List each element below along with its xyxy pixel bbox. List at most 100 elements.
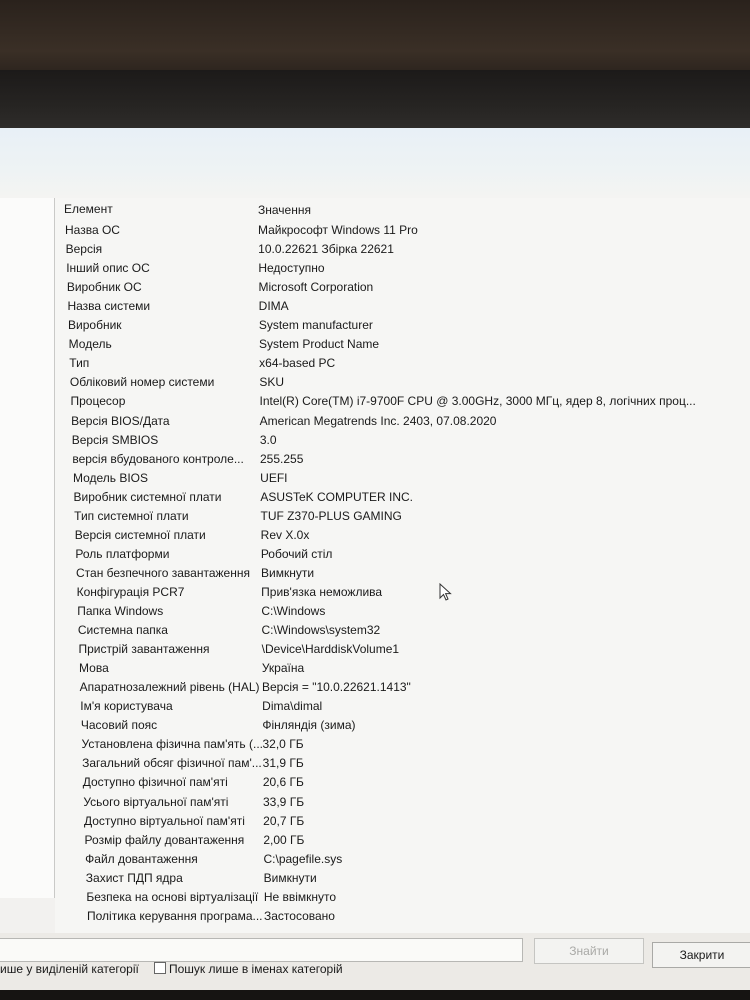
item-name: Стан безпечного завантаження — [76, 565, 250, 580]
item-value: \Device\HarddiskVolume1 — [261, 642, 400, 657]
category-names-checkbox[interactable] — [154, 962, 166, 974]
list-item[interactable]: Тип x64-based PC — [55, 356, 750, 374]
search-input[interactable] — [0, 938, 523, 962]
mouse-pointer-icon — [439, 583, 452, 601]
list-item[interactable]: Роль платформи Робочий стіл — [55, 547, 750, 565]
list-item[interactable]: Доступно фізичної пам'яті 20,6 ГБ — [55, 775, 750, 793]
list-item[interactable]: Системна папка C:\Windows\system32 — [55, 623, 750, 641]
list-item[interactable]: Доступно віртуальної пам'яті 20,7 ГБ — [55, 814, 750, 832]
item-value: 255.255 — [260, 451, 304, 466]
item-name: Мова — [79, 661, 109, 676]
list-item[interactable]: Версія 10.0.22621 Збірка 22621 — [55, 242, 750, 260]
column-header-element[interactable]: Елемент — [64, 202, 113, 216]
item-value: UEFI — [260, 470, 288, 485]
item-name: Пристрій завантаження — [78, 642, 210, 657]
list-item[interactable]: Розмір файлу довантаження 2,00 ГБ — [55, 833, 750, 851]
item-value: C:\Windows\system32 — [261, 623, 381, 638]
item-value: 2,00 ГБ — [263, 832, 305, 847]
item-value: Фінляндія (зима) — [262, 718, 356, 733]
item-name: Модель — [68, 337, 112, 352]
item-name: Тип системної плати — [74, 508, 189, 523]
item-name: Часовий пояс — [80, 718, 158, 733]
item-name: Апаратнозалежний рівень (HAL) — [79, 680, 260, 695]
item-value: Україна — [261, 661, 305, 676]
item-name: Виробник ОС — [66, 280, 142, 295]
item-value: Майкрософт Windows 11 Pro — [258, 223, 418, 237]
search-category-names-label: Пошук лише в іменах категорій — [169, 962, 343, 976]
list-item[interactable]: Ім'я користувача Dima\dimal — [55, 699, 750, 717]
find-button[interactable]: Знайти — [534, 938, 644, 964]
list-item[interactable]: Версія системної плати Rev X.0x — [55, 528, 750, 546]
item-value: Dima\dimal — [262, 699, 323, 714]
item-value: Недоступно — [258, 261, 325, 276]
item-name: Обліковий номер системи — [69, 375, 215, 390]
list-item[interactable]: Інший опис ОС Недоступно — [55, 261, 750, 279]
list-item[interactable]: Версія BIOS/Дата American Megatrends Inc.… — [55, 414, 750, 432]
monitor-bezel — [0, 70, 750, 128]
list-item[interactable]: Захист ПДП ядра Вимкнути — [55, 871, 750, 889]
item-name: Роль платформи — [75, 546, 170, 561]
item-value: Вимкнути — [263, 870, 317, 885]
item-name: Безпека на основі віртуалізації — [86, 889, 259, 904]
list-item[interactable]: Процесор Intel(R) Core(TM) i7-9700F CPU @… — [55, 394, 750, 412]
item-name: Усього віртуальної пам'яті — [83, 794, 229, 809]
item-name: Виробник системної плати — [73, 489, 222, 504]
item-value: American Megatrends Inc. 2403, 07.08.202… — [259, 413, 497, 428]
list-item[interactable]: Пристрій завантаження \Device\HarddiskVol… — [55, 642, 750, 660]
item-value: Microsoft Corporation — [258, 280, 374, 295]
item-value: Версія = "10.0.22621.1413" — [262, 680, 411, 695]
item-name: Політика керування програма... — [87, 908, 263, 923]
item-name: Виробник — [68, 318, 122, 333]
list-item[interactable]: Конфігурація PCR7 Прив'язка неможлива — [55, 585, 750, 603]
system-summary-list[interactable]: Елемент Значення Назва ОС Майкрософт Wind… — [55, 198, 750, 933]
item-name: Версія SMBIOS — [71, 432, 159, 447]
item-name: Модель BIOS — [72, 470, 149, 485]
search-selected-category-option[interactable]: ише у виділеній категорії — [0, 962, 139, 976]
list-item[interactable]: Безпека на основі віртуалізації Не ввімкн… — [55, 890, 750, 908]
list-item[interactable]: Файл довантаження C:\pagefile.sys — [55, 852, 750, 870]
search-category-names-option[interactable]: Пошук лише в іменах категорій — [154, 962, 343, 976]
list-item[interactable]: Модель System Product Name — [55, 337, 750, 355]
item-name: версія вбудованого контроле... — [72, 451, 244, 466]
list-item[interactable]: Папка Windows C:\Windows — [55, 604, 750, 622]
list-item[interactable]: Тип системної плати TUF Z370-PLUS GAMING — [55, 509, 750, 527]
column-header-value[interactable]: Значення — [258, 203, 311, 217]
item-value: TUF Z370-PLUS GAMING — [260, 508, 402, 523]
list-item[interactable]: Версія SMBIOS 3.0 — [55, 433, 750, 451]
item-value: System manufacturer — [258, 318, 373, 333]
list-item[interactable]: Назва системи DIMA — [55, 299, 750, 317]
list-item[interactable]: Часовий пояс Фінляндія (зима) — [55, 718, 750, 736]
list-item[interactable]: Виробник System manufacturer — [55, 318, 750, 336]
item-value: C:\Windows — [261, 604, 326, 618]
item-value: SKU — [259, 375, 285, 390]
close-button[interactable]: Закрити — [652, 942, 750, 968]
item-name: Тип — [69, 356, 90, 371]
item-value: Rev X.0x — [260, 527, 310, 542]
list-item[interactable]: Установлена фізична пам'ять (... 32,0 ГБ — [55, 737, 750, 755]
item-value: Вимкнути — [261, 565, 315, 580]
item-value: 20,7 ГБ — [263, 813, 305, 828]
list-item[interactable]: Мова Україна — [55, 661, 750, 679]
item-name: Інший опис ОС — [66, 261, 150, 276]
list-item[interactable]: Назва ОС Майкрософт Windows 11 Pro — [55, 223, 750, 241]
photo-background-bottom — [0, 990, 750, 1000]
item-name: Назва ОС — [65, 223, 120, 237]
category-tree-pane[interactable] — [0, 198, 55, 898]
item-name: Версія — [65, 242, 103, 257]
list-item[interactable]: Модель BIOS UEFI — [55, 471, 750, 489]
list-header: Елемент Значення — [55, 202, 750, 222]
list-item[interactable]: версія вбудованого контроле... 255.255 — [55, 452, 750, 470]
list-item[interactable]: Обліковий номер системи SKU — [55, 375, 750, 393]
list-item[interactable]: Політика керування програма... Застосован… — [55, 909, 750, 927]
list-item[interactable]: Стан безпечного завантаження Вимкнути — [55, 566, 750, 584]
list-item[interactable]: Виробник системної плати ASUSTeK COMPUTER… — [55, 490, 750, 508]
item-value: 31,9 ГБ — [262, 756, 304, 771]
list-item[interactable]: Апаратнозалежний рівень (HAL) Версія = "1… — [55, 680, 750, 698]
list-item[interactable]: Усього віртуальної пам'яті 33,9 ГБ — [55, 795, 750, 813]
search-selected-category-label: ише у виділеній категорії — [0, 962, 139, 976]
item-value: 33,9 ГБ — [263, 794, 305, 809]
list-item[interactable]: Виробник ОС Microsoft Corporation — [55, 280, 750, 298]
window-top-area — [0, 128, 750, 198]
item-value: C:\pagefile.sys — [263, 851, 343, 866]
list-item[interactable]: Загальний обсяг фізичної пам'... 31,9 ГБ — [55, 756, 750, 774]
